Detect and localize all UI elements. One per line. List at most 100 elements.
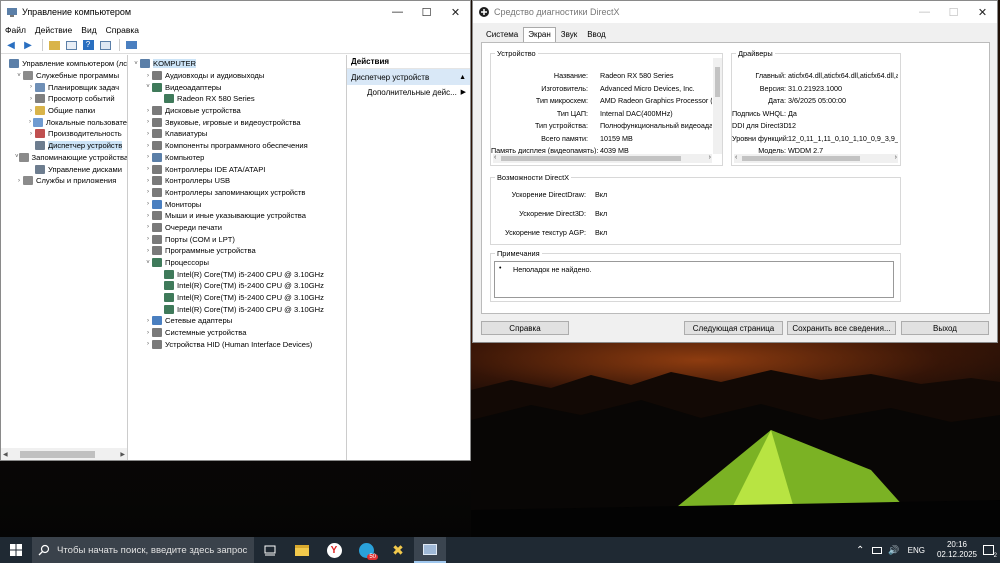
- tree-item[interactable]: › Общие папки: [1, 105, 127, 117]
- collapsed-arrow-icon[interactable]: ›: [144, 330, 152, 336]
- notes-box[interactable]: • Неполадок не найдено.: [494, 261, 894, 298]
- collapsed-arrow-icon[interactable]: ›: [27, 108, 35, 114]
- save-all-info-button[interactable]: Сохранить все сведения...: [787, 321, 896, 335]
- expanded-arrow-icon[interactable]: ˅: [15, 73, 23, 79]
- tree-item[interactable]: › Очереди печати: [128, 222, 346, 234]
- close-button[interactable]: ✕: [441, 1, 470, 23]
- tree-item[interactable]: › Службы и приложения: [1, 175, 127, 187]
- file-explorer-icon[interactable]: [286, 537, 318, 563]
- chevron-up-icon[interactable]: ⌃: [856, 545, 864, 556]
- tree-item[interactable]: Intel(R) Core(TM) i5-2400 CPU @ 3.10GHz: [128, 268, 346, 280]
- clock[interactable]: 20:16 02.12.2025: [937, 540, 977, 560]
- monitor-icon[interactable]: [124, 39, 138, 52]
- collapsed-arrow-icon[interactable]: ›: [144, 236, 152, 242]
- back-arrow-icon[interactable]: ◀: [4, 39, 18, 52]
- tree-item[interactable]: ˅ KOMPUTER: [128, 58, 346, 70]
- tree-item[interactable]: › Порты (COM и LPT): [128, 233, 346, 245]
- collapsed-arrow-icon[interactable]: ›: [144, 178, 152, 184]
- collapsed-arrow-icon[interactable]: ›: [144, 201, 152, 207]
- taskbar-search-box[interactable]: Чтобы начать поиск, введите здесь запрос: [32, 537, 254, 563]
- tree-item[interactable]: Диспетчер устройств: [1, 140, 127, 152]
- maximize-button[interactable]: ☐: [412, 1, 441, 23]
- collapsed-arrow-icon[interactable]: ›: [144, 108, 152, 114]
- tree-item[interactable]: › Мониторы: [128, 198, 346, 210]
- collapsed-arrow-icon[interactable]: ›: [144, 341, 152, 347]
- tree-item[interactable]: › Компоненты программного обеспечения: [128, 140, 346, 152]
- computer-management-taskbar-icon[interactable]: [414, 537, 446, 563]
- tree-item[interactable]: ˅ Процессоры: [128, 257, 346, 269]
- left-pane-hscroll[interactable]: ◀ ▶: [1, 448, 127, 460]
- tree-item[interactable]: › Просмотр событий: [1, 93, 127, 105]
- cm-titlebar[interactable]: Управление компьютером — ☐ ✕: [1, 1, 470, 23]
- dx-titlebar[interactable]: Средство диагностики DirectX — ☐ ✕: [473, 1, 997, 23]
- tree-item[interactable]: › Системные устройства: [128, 327, 346, 339]
- task-view-icon[interactable]: [254, 537, 286, 563]
- yandex-browser-icon[interactable]: Y: [318, 537, 350, 563]
- tree-item[interactable]: Radeon RX 580 Series: [128, 93, 346, 105]
- collapsed-arrow-icon[interactable]: ›: [144, 318, 152, 324]
- tree-item[interactable]: › Планировщик задач: [1, 81, 127, 93]
- tree-item[interactable]: › Контроллеры USB: [128, 175, 346, 187]
- tree-item[interactable]: › Дисковые устройства: [128, 105, 346, 117]
- up-folder-icon[interactable]: [47, 39, 61, 52]
- start-button[interactable]: [0, 537, 32, 563]
- collapsed-arrow-icon[interactable]: ›: [15, 178, 23, 184]
- menu-file[interactable]: Файл: [5, 25, 26, 35]
- notifications-icon[interactable]: 2: [983, 545, 997, 559]
- scroll-right-arrow-icon[interactable]: ▶: [120, 451, 125, 458]
- collapsed-arrow-icon[interactable]: ›: [144, 154, 152, 160]
- collapsed-arrow-icon[interactable]: ›: [144, 224, 152, 230]
- tree-item[interactable]: › Устройства HID (Human Interface Devices…: [128, 339, 346, 351]
- device-vscroll[interactable]: [713, 58, 722, 154]
- tree-item[interactable]: ˅ Служебные программы: [1, 70, 127, 82]
- properties-icon[interactable]: [98, 39, 112, 52]
- tree-item[interactable]: › Сетевые адаптеры: [128, 315, 346, 327]
- scroll-right-arrow-icon[interactable]: ›: [895, 154, 897, 161]
- collapse-arrow-icon[interactable]: ▲: [459, 74, 466, 81]
- tree-item[interactable]: Intel(R) Core(TM) i5-2400 CPU @ 3.10GHz: [128, 303, 346, 315]
- next-page-button[interactable]: Следующая страница: [684, 321, 783, 335]
- expanded-arrow-icon[interactable]: ˅: [132, 61, 140, 67]
- scrollbar-thumb[interactable]: [501, 156, 681, 161]
- menu-view[interactable]: Вид: [81, 25, 96, 35]
- app-x-icon[interactable]: ✖: [382, 537, 414, 563]
- collapsed-arrow-icon[interactable]: ›: [144, 143, 152, 149]
- tab-sound[interactable]: Звук: [556, 27, 582, 42]
- tab-input[interactable]: Ввод: [582, 27, 610, 42]
- minimize-button[interactable]: —: [910, 1, 939, 23]
- language-indicator[interactable]: ENG: [908, 546, 925, 555]
- volume-icon[interactable]: 🔊: [888, 545, 899, 556]
- menu-help[interactable]: Справка: [106, 25, 139, 35]
- help-icon[interactable]: ?: [81, 39, 95, 52]
- actions-more[interactable]: Дополнительные дейс... ▶: [347, 85, 470, 99]
- expanded-arrow-icon[interactable]: ˅: [144, 260, 152, 266]
- scroll-left-arrow-icon[interactable]: ‹: [735, 154, 737, 161]
- expanded-arrow-icon[interactable]: ˅: [15, 154, 19, 160]
- collapsed-arrow-icon[interactable]: ›: [144, 166, 152, 172]
- tab-system[interactable]: Система: [481, 27, 523, 42]
- collapsed-arrow-icon[interactable]: ›: [27, 131, 35, 137]
- tree-item[interactable]: › Компьютер: [128, 152, 346, 164]
- collapsed-arrow-icon[interactable]: ›: [27, 96, 35, 102]
- collapsed-arrow-icon[interactable]: ›: [144, 73, 152, 79]
- tree-item[interactable]: › Программные устройства: [128, 245, 346, 257]
- messenger-icon[interactable]: 50: [350, 537, 382, 563]
- close-button[interactable]: ✕: [968, 1, 997, 23]
- tree-item[interactable]: › Звуковые, игровые и видеоустройства: [128, 116, 346, 128]
- minimize-button[interactable]: —: [383, 1, 412, 23]
- device-hscroll[interactable]: ‹ ›: [493, 154, 712, 163]
- forward-arrow-icon[interactable]: ▶: [21, 39, 35, 52]
- scroll-left-arrow-icon[interactable]: ‹: [494, 154, 496, 161]
- maximize-button[interactable]: ☐: [939, 1, 968, 23]
- collapsed-arrow-icon[interactable]: ›: [144, 131, 152, 137]
- help-button[interactable]: Справка: [481, 321, 569, 335]
- collapsed-arrow-icon[interactable]: ›: [144, 213, 152, 219]
- actions-section-device-manager[interactable]: Диспетчер устройств ▲: [347, 69, 470, 85]
- expanded-arrow-icon[interactable]: ˅: [144, 84, 152, 90]
- tree-item[interactable]: ˅ Видеоадаптеры: [128, 81, 346, 93]
- tree-item[interactable]: › Клавиатуры: [128, 128, 346, 140]
- tree-item[interactable]: › Аудиовходы и аудиовыходы: [128, 70, 346, 82]
- drivers-hscroll[interactable]: ‹ ›: [734, 154, 898, 163]
- scroll-left-arrow-icon[interactable]: ◀: [3, 451, 8, 458]
- tree-item[interactable]: Управление компьютером (лс: [1, 58, 127, 70]
